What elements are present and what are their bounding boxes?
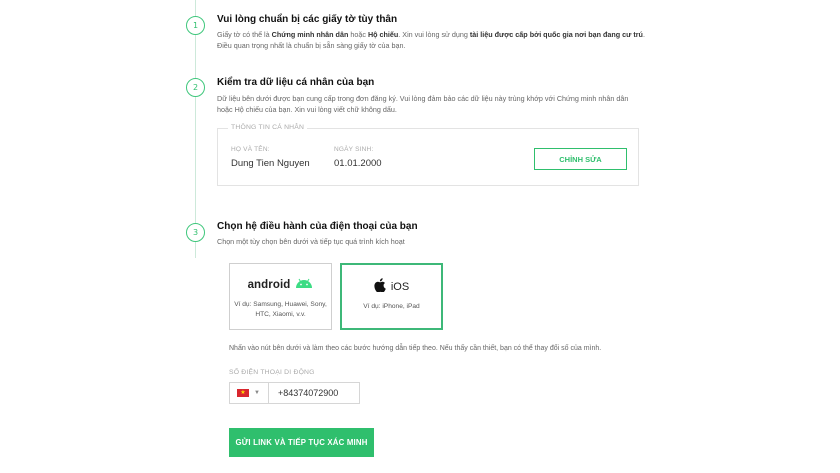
name-label: HỌ VÀ TÊN: <box>231 146 270 153</box>
vietnam-flag-icon: ★ <box>237 389 249 397</box>
dob-value: 01.01.2000 <box>334 158 382 169</box>
personal-info-title: THÔNG TIN CÁ NHÂN <box>228 124 308 131</box>
chevron-down-icon: ▼ <box>254 390 260 396</box>
instruction-hint: Nhấn vào nút bên dưới và làm theo các bư… <box>229 345 602 352</box>
step-1-circle: 1 <box>186 16 205 35</box>
android-logo: android <box>248 275 314 295</box>
step-3-title: Chọn hệ điều hành của điện thoại của bạn <box>217 221 418 232</box>
ios-logo: iOS <box>374 277 409 297</box>
android-option[interactable]: android Ví dụ: Samsung, Huawei, Sony, HT… <box>229 263 332 330</box>
step-3-circle: 3 <box>186 223 205 242</box>
timeline-line <box>195 0 196 258</box>
country-code-select[interactable]: ★ ▼ <box>229 382 269 404</box>
ios-option[interactable]: iOS Ví dụ: iPhone, iPad <box>340 263 443 330</box>
step-2-description: Dữ liệu bên dưới được bạn cung cấp trong… <box>217 94 629 114</box>
android-example: Ví dụ: Samsung, Huawei, Sony, HTC, Xiaom… <box>234 301 327 318</box>
step-2-title: Kiểm tra dữ liệu cá nhân của bạn <box>217 77 375 88</box>
phone-input[interactable] <box>268 382 360 404</box>
step-1-title: Vui lòng chuẩn bị các giấy tờ tùy thân <box>217 14 398 25</box>
ios-wordmark: iOS <box>390 281 410 293</box>
apple-icon <box>374 277 386 297</box>
step-2-circle: 2 <box>186 78 205 97</box>
ios-example: Ví dụ: iPhone, iPad <box>363 303 420 310</box>
phone-label: SỐ ĐIỆN THOẠI DI ĐỘNG <box>229 369 315 376</box>
personal-info-box: THÔNG TIN CÁ NHÂN HỌ VÀ TÊN: Dung Tien N… <box>217 124 639 186</box>
name-value: Dung Tien Nguyen <box>231 158 310 169</box>
edit-button[interactable]: CHỈNH SỬA <box>534 148 627 170</box>
send-link-button[interactable]: GỬI LINK VÀ TIẾP TỤC XÁC MINH <box>229 428 374 457</box>
dob-label: NGÀY SINH: <box>334 146 374 153</box>
android-icon <box>295 276 313 294</box>
android-wordmark: android <box>247 279 291 291</box>
step-1-description: Giấy tờ có thể là Chứng minh nhân dân ho… <box>217 30 645 50</box>
step-3-description: Chọn một tùy chọn bên dưới và tiếp tục q… <box>217 237 405 246</box>
